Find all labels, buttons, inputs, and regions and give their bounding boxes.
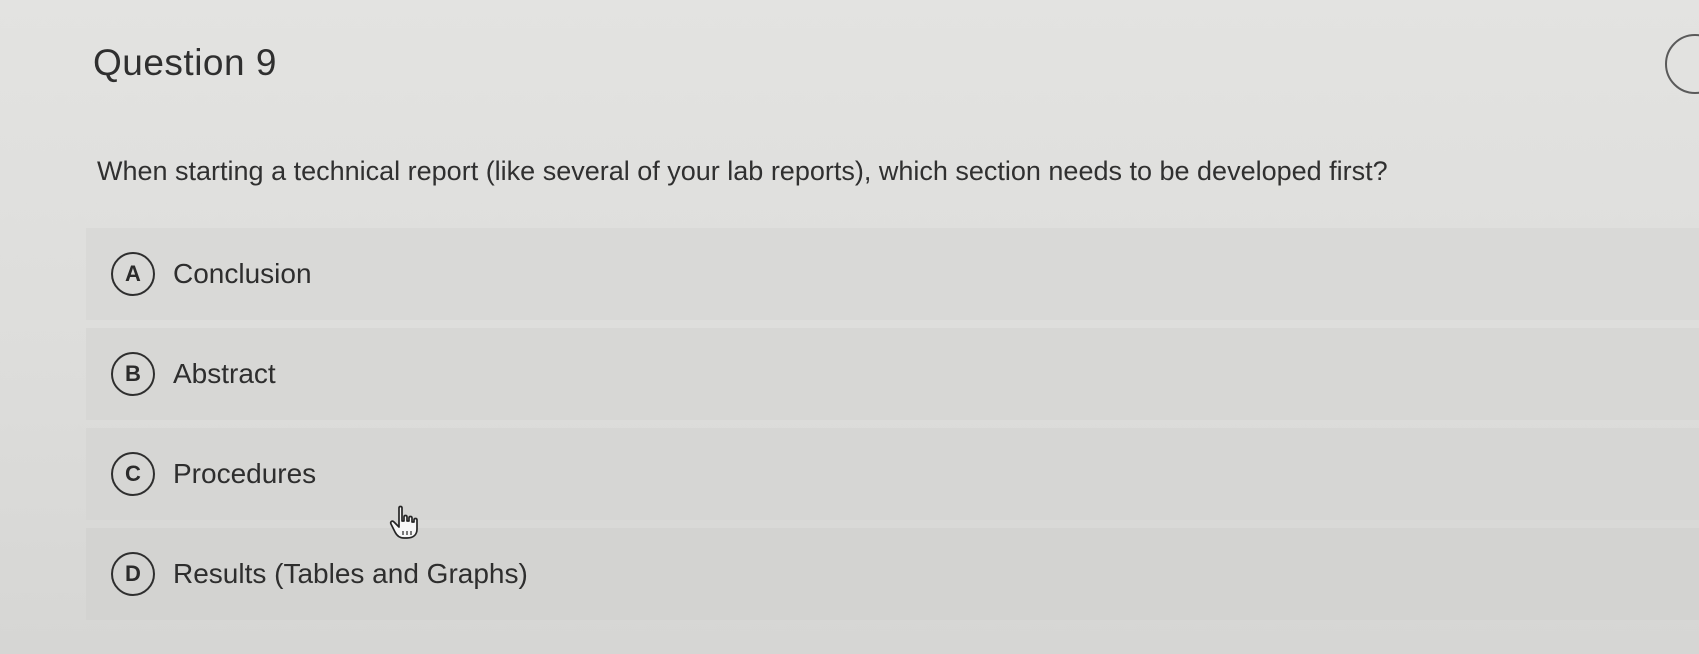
option-label-b: Abstract [173, 358, 276, 389]
hand-pointer-icon [388, 504, 420, 540]
option-letter-d: D [111, 552, 155, 596]
side-control-circle[interactable] [1665, 34, 1699, 94]
question-text: When starting a technical report (like s… [97, 156, 1388, 186]
option-label-d: Results (Tables and Graphs) [173, 558, 528, 589]
option-letter-b: B [111, 352, 155, 396]
option-letter-a: A [111, 252, 155, 296]
option-label-a: Conclusion [173, 258, 312, 289]
question-title: Question 9 [93, 42, 277, 83]
option-b[interactable]: B Abstract [86, 328, 1699, 420]
option-d[interactable]: D Results (Tables and Graphs) [86, 528, 1699, 620]
option-label-c: Procedures [173, 458, 317, 489]
quiz-page: Question 9 When starting a technical rep… [0, 0, 1699, 654]
answer-options: A Conclusion B Abstract C Procedures D R… [86, 228, 1699, 628]
option-letter-c: C [111, 452, 155, 496]
option-c[interactable]: C Procedures [86, 428, 1699, 520]
option-a[interactable]: A Conclusion [86, 228, 1699, 320]
